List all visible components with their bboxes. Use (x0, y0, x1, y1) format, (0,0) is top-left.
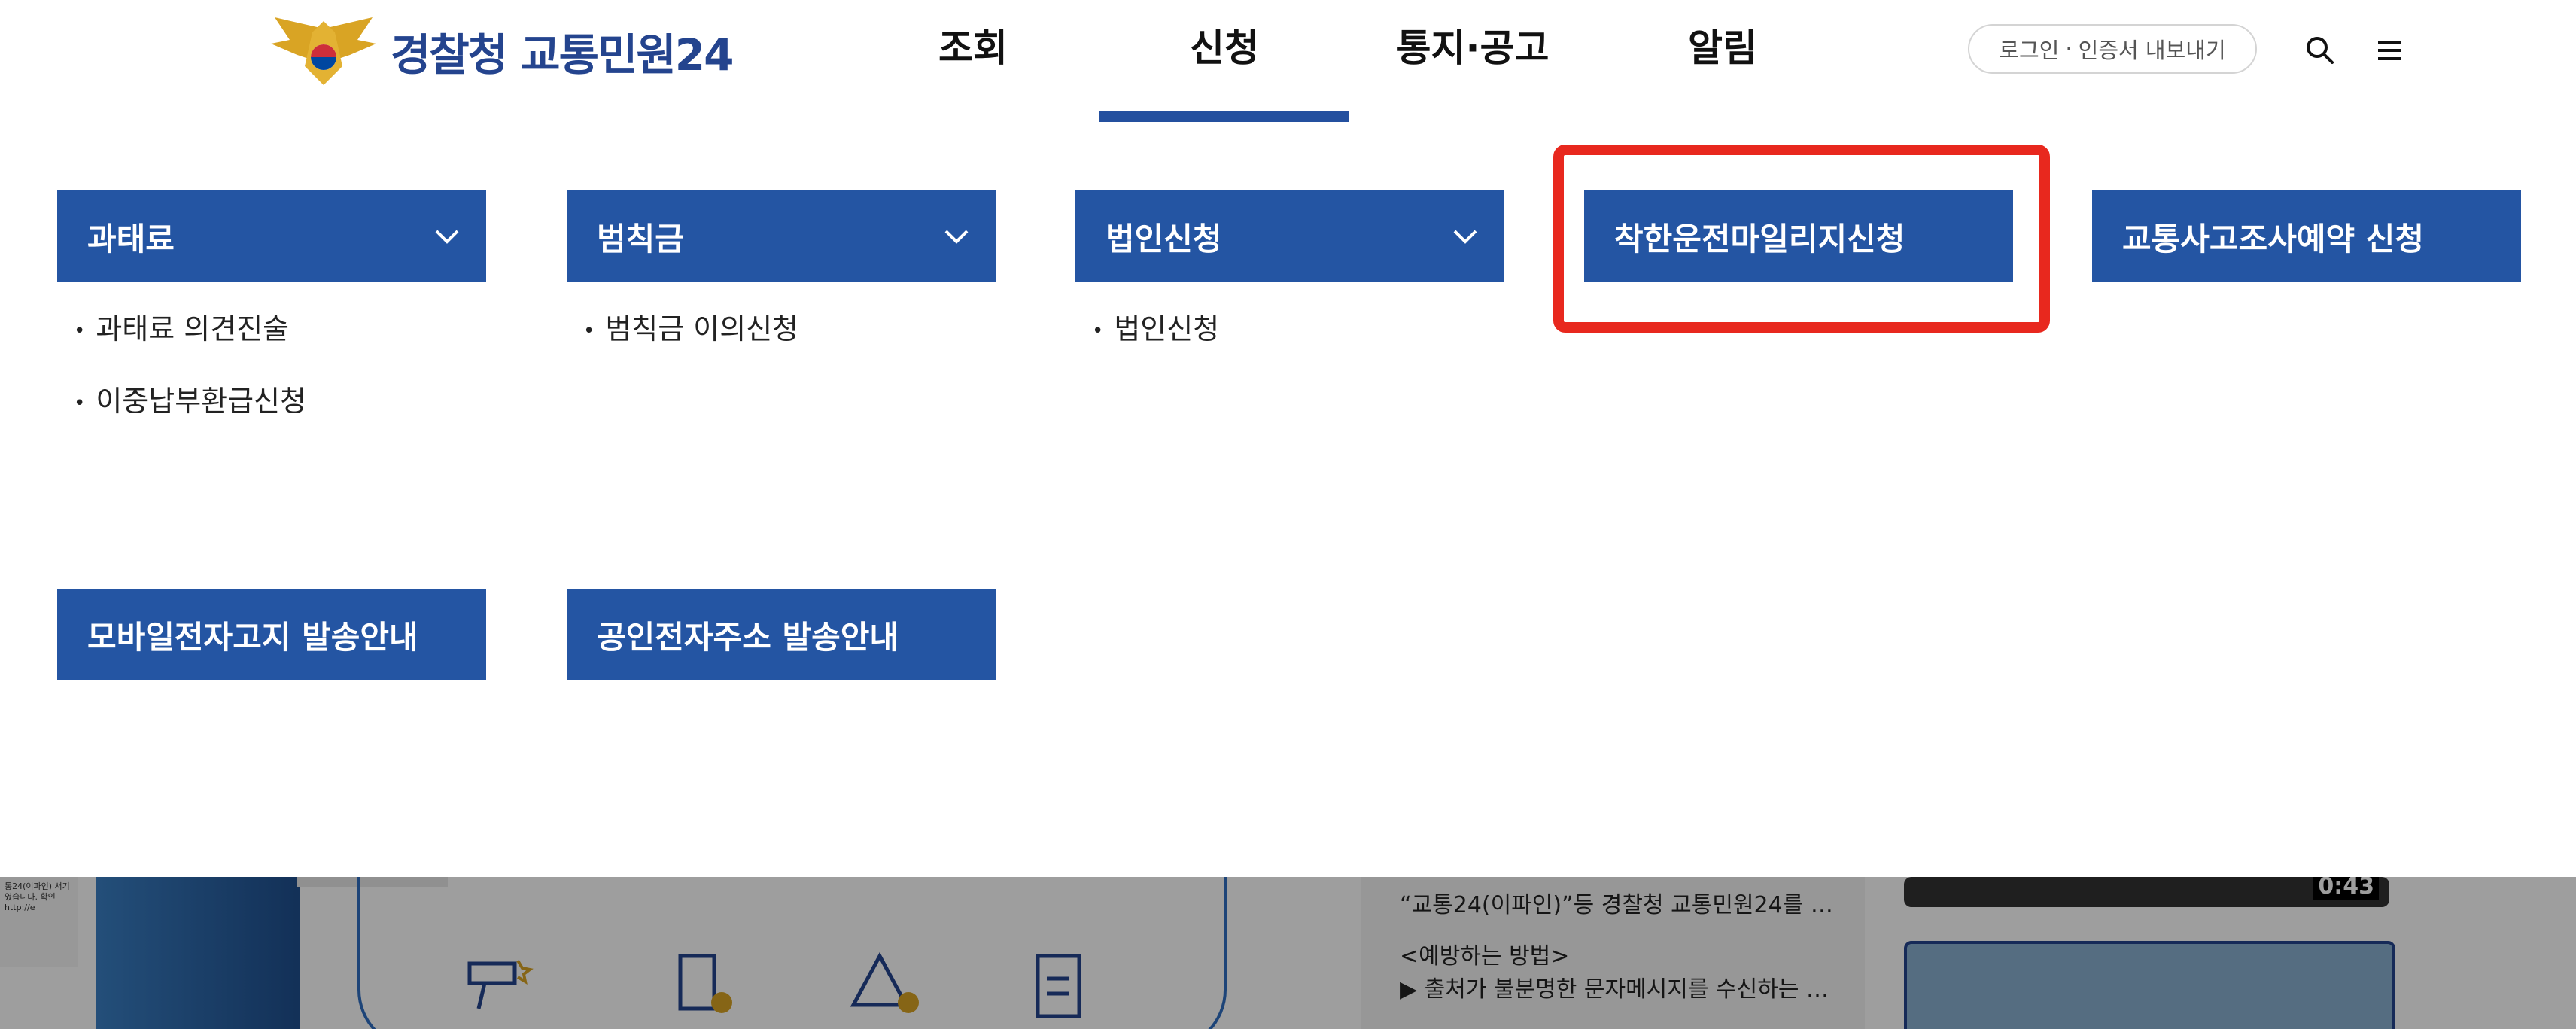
logo-text: 경찰청 교통민원24 (391, 29, 734, 81)
highlight-box (1553, 145, 2050, 333)
menu-head-mobile-notice[interactable]: 모바일전자고지 발송안내 (57, 589, 486, 680)
submenu-item-penalty-objection[interactable]: • 범칙금 이의신청 (567, 293, 996, 365)
cert-export-link[interactable]: 인증서 내보내기 (2079, 33, 2226, 65)
bullet: • (74, 391, 86, 415)
chevron-down-icon (435, 230, 459, 244)
police-emblem-icon (271, 17, 376, 85)
site-logo[interactable]: 경찰청 교통민원24 (267, 14, 734, 89)
search-icon[interactable] (2301, 32, 2339, 69)
menu-head-label: 범칙금 (597, 220, 684, 257)
menu-col-accident: 교통사고조사예약 신청 (2092, 190, 2521, 282)
header: 경찰청 교통민원24 조회 신청 통지·공고 알림 로그인 · 인증서 내보내기 (0, 0, 2576, 122)
nav-item-inquiry[interactable]: 조회 (847, 21, 1099, 75)
submenu-item-label: 법인신청 (1114, 312, 1220, 346)
nav-item-apply[interactable]: 신청 (1099, 21, 1350, 75)
menu-head-label: 모바일전자고지 발송안내 (87, 618, 418, 656)
submenu-item-label: 이중납부환급신청 (96, 385, 307, 418)
submenu-corporate: • 법인신청 (1075, 293, 1504, 365)
chevron-down-icon (944, 230, 969, 244)
bullet: • (74, 319, 86, 342)
menu-col-corporate: 법인신청 • 법인신청 (1075, 190, 1504, 365)
submenu-item-double-refund[interactable]: • 이중납부환급신청 (57, 365, 486, 437)
submenu-item-corporate-apply[interactable]: • 법인신청 (1075, 293, 1504, 365)
separator-dot: · (2065, 36, 2073, 62)
menu-head-label: 공인전자주소 발송안내 (597, 618, 899, 656)
bullet: • (1092, 319, 1104, 342)
page: 경찰청 교통민원24 조회 신청 통지·공고 알림 로그인 · 인증서 내보내기… (0, 0, 2576, 1029)
submenu-item-label: 과태료 의견진술 (96, 312, 290, 346)
submenu-item-label: 범칙금 이의신청 (605, 312, 799, 346)
menu-head-fine[interactable]: 과태료 (57, 190, 486, 282)
chevron-down-icon (1453, 230, 1477, 244)
submenu-item-fine-opinion[interactable]: • 과태료 의견진술 (57, 293, 486, 365)
submenu-fine: • 과태료 의견진술 • 이중납부환급신청 (57, 293, 486, 437)
dim-overlay (0, 877, 2576, 1029)
background-page: 통24(이파인) 서기 였습니다. 확인 http://e “교통24(이파인)… (0, 877, 2576, 1029)
menu-col-e-address: 공인전자주소 발송안내 (567, 589, 996, 680)
nav-item-notice[interactable]: 통지·공고 (1347, 21, 1598, 75)
hamburger-menu-icon[interactable] (2371, 32, 2408, 69)
menu-head-e-address[interactable]: 공인전자주소 발송안내 (567, 589, 996, 680)
menu-col-fine: 과태료 • 과태료 의견진술 • 이중납부환급신청 (57, 190, 486, 437)
login-cert-button[interactable]: 로그인 · 인증서 내보내기 (1968, 24, 2257, 74)
submenu-penalty: • 범칙금 이의신청 (567, 293, 996, 365)
menu-head-corporate[interactable]: 법인신청 (1075, 190, 1504, 282)
nav-item-alerts[interactable]: 알림 (1597, 21, 1848, 75)
menu-head-accident-reservation[interactable]: 교통사고조사예약 신청 (2092, 190, 2521, 282)
menu-head-label: 과태료 (87, 220, 175, 257)
menu-head-penalty[interactable]: 범칙금 (567, 190, 996, 282)
active-nav-indicator (1099, 111, 1349, 122)
menu-head-label: 법인신청 (1106, 220, 1222, 257)
menu-col-penalty: 범칙금 • 범칙금 이의신청 (567, 190, 996, 365)
bullet: • (583, 319, 595, 342)
menu-head-label: 교통사고조사예약 신청 (2122, 220, 2425, 257)
menu-col-mobile-notice: 모바일전자고지 발송안내 (57, 589, 486, 680)
login-link[interactable]: 로그인 (1999, 33, 2059, 65)
